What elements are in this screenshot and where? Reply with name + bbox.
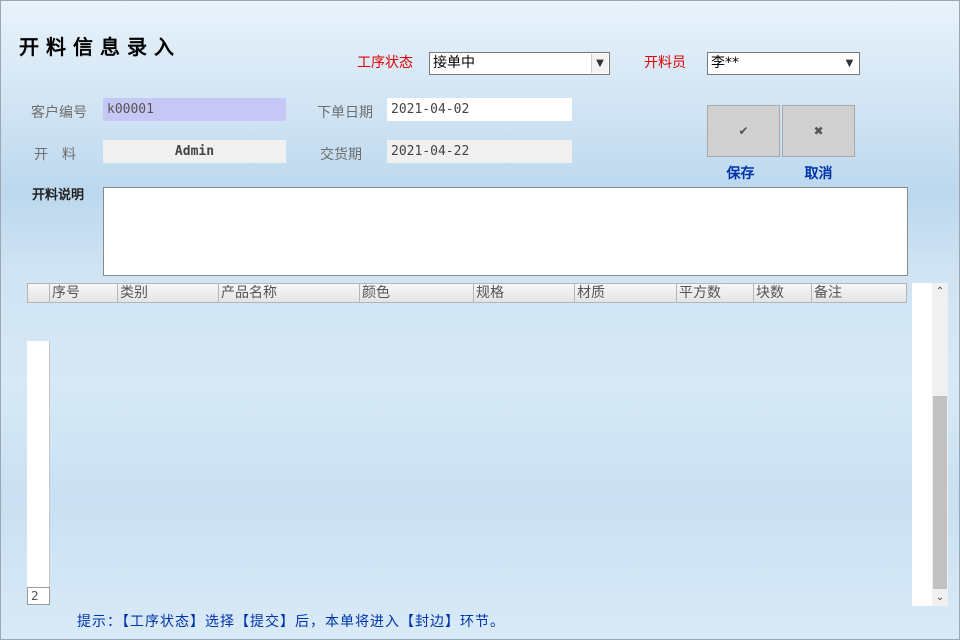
cutter-label: 开 料 <box>34 147 76 163</box>
grid-row-number: 2 <box>27 587 50 605</box>
customer-id-field[interactable]: k00001 <box>103 98 286 121</box>
delivery-date-label: 交货期 <box>320 147 362 163</box>
grid-column-header[interactable]: 备注 <box>812 284 878 302</box>
delivery-date-field[interactable]: 2021-04-22 <box>387 140 572 163</box>
checkmark-icon: ✔ <box>738 124 749 138</box>
cancel-button-label[interactable]: 取消 <box>782 163 855 183</box>
order-date-field[interactable]: 2021-04-02 <box>387 98 572 121</box>
chevron-down-icon: ▼ <box>841 54 858 73</box>
cutter-field: Admin <box>103 140 286 163</box>
order-date-label: 下单日期 <box>317 105 373 121</box>
operator-value: 李** <box>711 55 739 71</box>
customer-id-label: 客户编号 <box>31 105 87 121</box>
grid-column-header[interactable]: 序号 <box>50 284 118 302</box>
save-button[interactable]: ✔ <box>707 105 780 157</box>
grid-row-selector[interactable] <box>27 341 50 587</box>
grid-column-header[interactable]: 产品名称 <box>219 284 360 302</box>
grid-header: 序号 类别 产品名称 颜色 规格 材质 平方数 块数 备注 <box>27 283 907 303</box>
save-button-label[interactable]: 保存 <box>704 163 777 183</box>
scroll-up-icon[interactable]: ⌃ <box>932 283 948 300</box>
grid-column-header[interactable]: 块数 <box>754 284 812 302</box>
grid-row-selector-header <box>28 284 50 302</box>
process-status-label: 工序状态 <box>357 55 413 71</box>
grid-column-header[interactable]: 类别 <box>118 284 219 302</box>
process-status-select[interactable]: 接单中 ▼ <box>429 52 610 75</box>
notes-label: 开料说明 <box>32 188 85 203</box>
grid-column-header[interactable]: 颜色 <box>360 284 474 302</box>
grid-column-header[interactable]: 平方数 <box>677 284 754 302</box>
grid-column-header[interactable]: 规格 <box>474 284 575 302</box>
notes-textarea[interactable] <box>103 187 908 276</box>
page-title: 开料信息录入 <box>19 35 181 59</box>
vertical-scrollbar[interactable]: ⌃ ⌄ <box>912 283 948 606</box>
hint-text: 提示：【工序状态】选择【提交】后，本单将进入【封边】环节。 <box>77 614 505 630</box>
scroll-down-icon[interactable]: ⌄ <box>932 589 948 606</box>
close-icon: ✖ <box>813 124 824 138</box>
scrollbar-thumb[interactable] <box>933 396 947 589</box>
operator-select[interactable]: 李** ▼ <box>707 52 860 75</box>
grid-column-header[interactable]: 材质 <box>575 284 677 302</box>
cancel-button[interactable]: ✖ <box>782 105 855 157</box>
process-status-value: 接单中 <box>433 55 475 71</box>
chevron-down-icon: ▼ <box>591 54 608 73</box>
operator-label: 开料员 <box>644 55 686 71</box>
